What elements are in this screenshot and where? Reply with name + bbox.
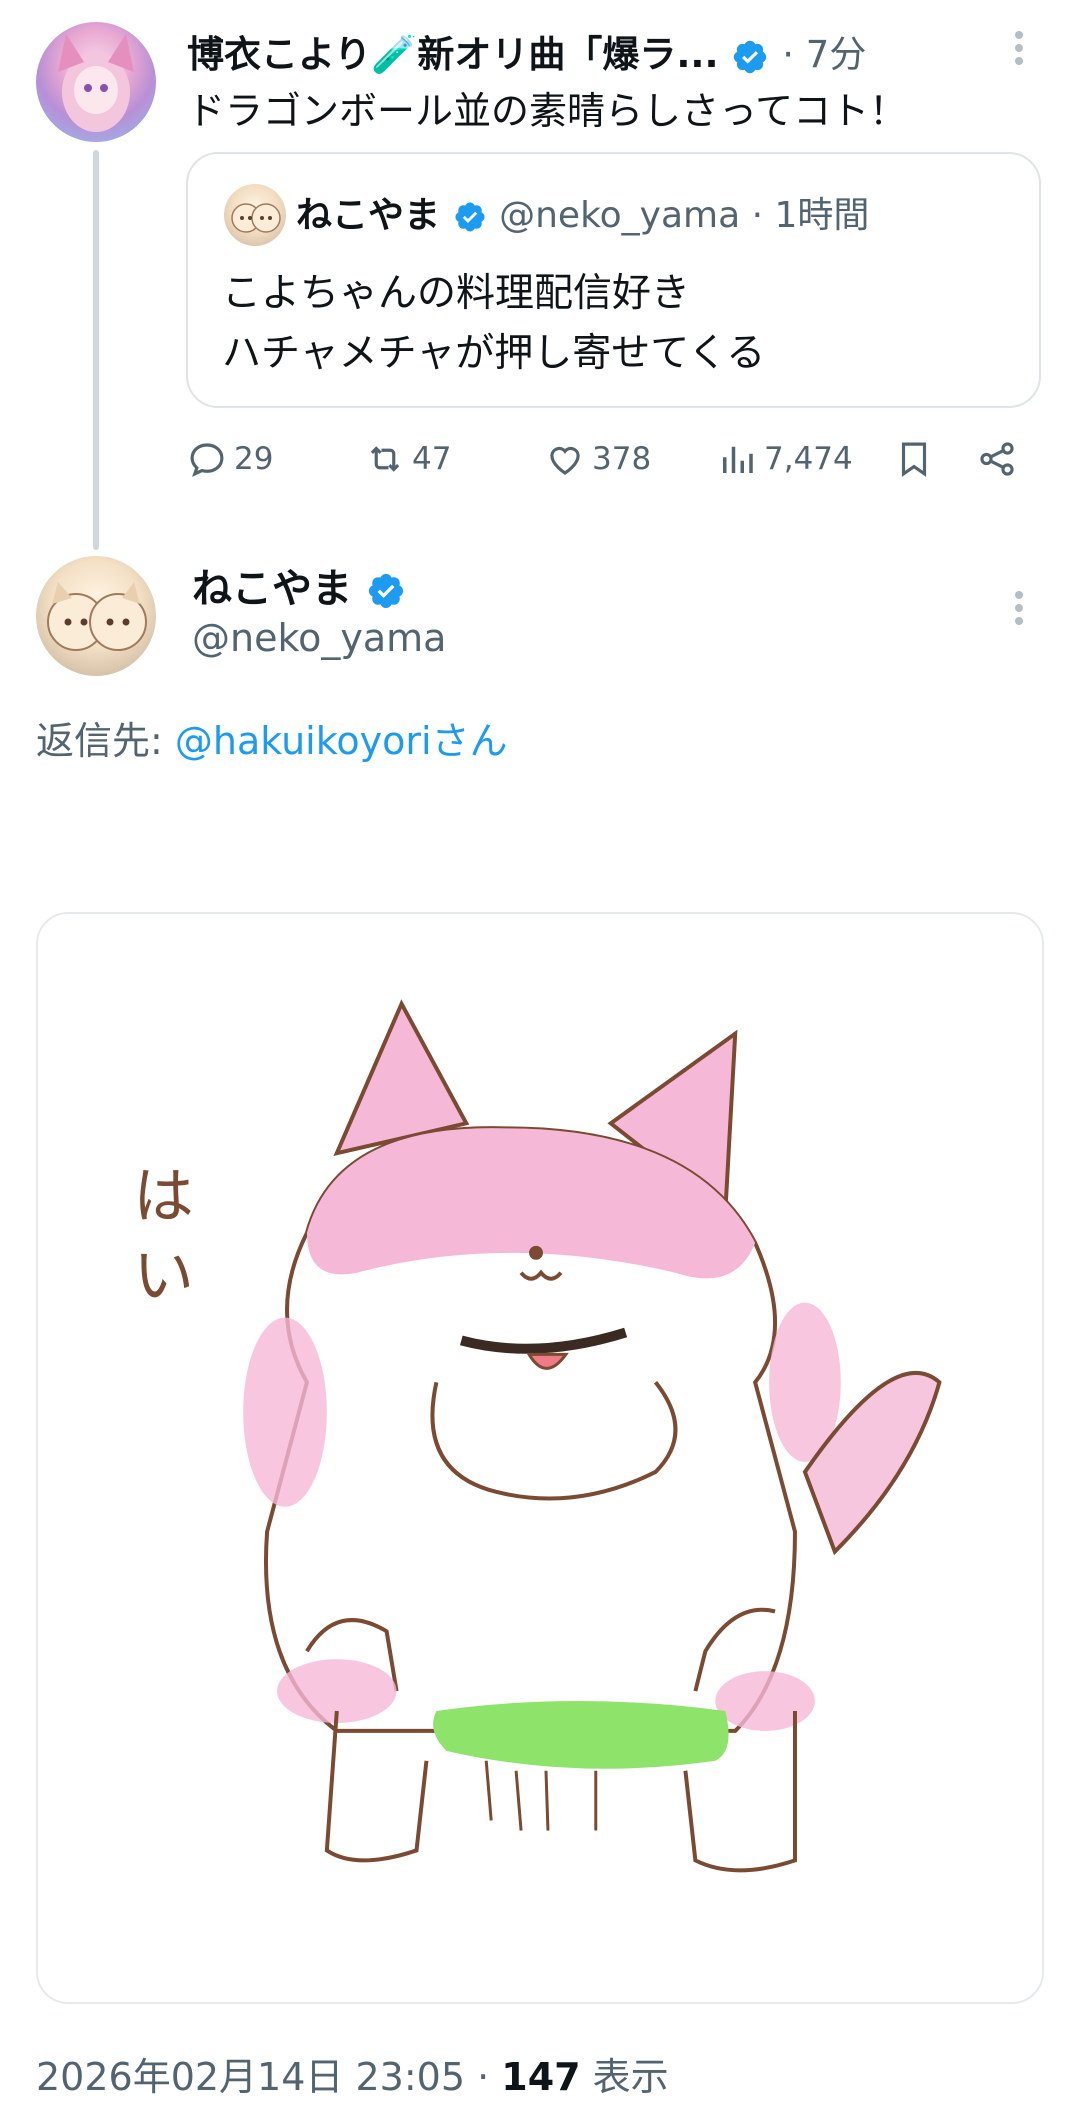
verified-badge-icon <box>368 573 404 609</box>
replying-to: 返信先: @hakuikoyoriさん <box>36 710 508 765</box>
like-button[interactable]: 378 <box>544 438 651 480</box>
share-icon <box>980 442 1014 476</box>
tweet-timestamp: 2026年02月14日 23:05 · <box>36 2055 502 2099</box>
illustration-text: はい <box>122 1163 194 1322</box>
like-count: 378 <box>592 441 652 477</box>
quote-author: ねこやま @neko_yama · 1時間 <box>296 186 869 238</box>
quote-author-avatar <box>224 184 286 246</box>
reply-author-avatar[interactable] <box>36 556 156 676</box>
views-button[interactable]: 7,474 <box>716 438 853 480</box>
tweet-view-count: 147 <box>501 2055 581 2099</box>
reply-author-handle[interactable]: @neko_yama <box>192 616 446 660</box>
retweet-button[interactable]: 47 <box>364 438 451 480</box>
replying-to-link[interactable]: @hakuikoyoriさん <box>175 719 508 763</box>
tweet-image[interactable]: はい <box>36 912 1044 2004</box>
bookmark-icon <box>901 442 927 477</box>
tweet-actions: 29 47 378 7,474 <box>0 438 1079 494</box>
more-options-icon[interactable] <box>1012 586 1026 630</box>
author-avatar[interactable] <box>36 22 156 142</box>
tweet-text: ドラゴンボール並の素晴らしさってコト！ <box>187 89 908 133</box>
more-options-icon[interactable] <box>1012 26 1026 70</box>
tweet-time: · 7分 <box>782 33 867 76</box>
quote-author-name: ねこやま <box>296 195 441 236</box>
reply-icon <box>190 443 224 477</box>
quote-handle-time: @neko_yama · 1時間 <box>499 195 870 236</box>
dog-illustration: はい <box>122 999 942 1873</box>
replying-to-label: 返信先: <box>36 719 175 763</box>
quote-text-line-1: こよちゃんの料理配信好き <box>222 271 691 316</box>
retweet-icon <box>370 446 400 472</box>
reply-count: 29 <box>234 441 274 477</box>
tweet-meta: 2026年02月14日 23:05 · 147 表示 <box>36 2046 669 2101</box>
analytics-icon <box>723 446 753 473</box>
view-count: 7,474 <box>764 441 853 477</box>
author-name[interactable]: 博衣こより🧪新オリ曲「爆ラ... · 7分 <box>187 24 866 78</box>
bookmark-button[interactable] <box>893 438 935 480</box>
quote-text-line-2: ハチャメチャが押し寄せてくる <box>222 331 766 376</box>
author-name-text: 博衣こより🧪新オリ曲「爆ラ... <box>187 33 719 76</box>
verified-badge-icon <box>455 202 485 232</box>
reply-author[interactable]: ねこやま <box>192 556 406 614</box>
verified-badge-icon <box>734 40 767 73</box>
reply-button[interactable]: 29 <box>186 438 273 480</box>
heart-icon <box>550 446 580 475</box>
retweet-count: 47 <box>412 441 452 477</box>
share-button[interactable] <box>976 438 1018 480</box>
reply-author-name: ねこやま <box>192 566 352 612</box>
tweet-view-label: 表示 <box>580 2055 669 2099</box>
